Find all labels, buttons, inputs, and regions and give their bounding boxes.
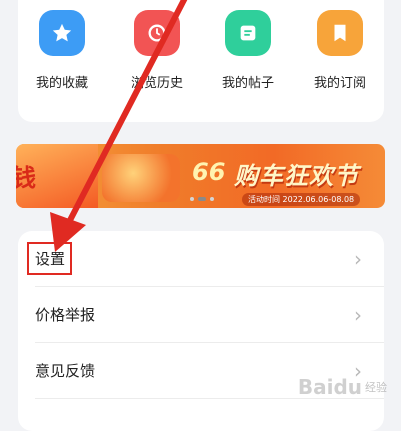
settings-menu-card: 设置 › 价格举报 › 意见反馈 › <box>18 231 384 431</box>
banner-title: 购车狂欢节 <box>234 162 359 190</box>
banner-prev-slide: 钱 <box>16 144 98 208</box>
annotation-highlight-box <box>27 242 72 275</box>
pagination-dot <box>190 197 194 201</box>
quick-action-subscriptions[interactable]: 我的订阅 <box>300 10 380 91</box>
banner-left-text: 钱 <box>16 164 36 192</box>
quick-action-label: 我的订阅 <box>313 76 366 91</box>
bookmark-icon <box>317 10 363 56</box>
post-icon <box>225 10 271 56</box>
chevron-right-icon: › <box>354 246 362 271</box>
banner-date: 活动时间 2022.06.06-08.08 <box>242 193 361 206</box>
quick-actions-card: 我的收藏 浏览历史 我的帖子 我的订阅 <box>18 0 384 122</box>
quick-action-label: 我的收藏 <box>35 76 88 91</box>
banner-pagination <box>190 197 214 201</box>
star-icon <box>39 10 85 56</box>
pagination-dot <box>210 197 214 201</box>
quick-action-label: 我的帖子 <box>221 76 274 91</box>
quick-action-favorites[interactable]: 我的收藏 <box>22 10 102 91</box>
quick-action-posts[interactable]: 我的帖子 <box>208 10 288 91</box>
baidu-watermark: Baidu 经验 <box>298 375 387 399</box>
banner-number: 66 <box>192 158 226 186</box>
gift-icon <box>102 154 180 202</box>
menu-item-label: 意见反馈 <box>35 362 96 380</box>
quick-action-history[interactable]: 浏览历史 <box>117 10 197 91</box>
quick-action-label: 浏览历史 <box>130 76 183 91</box>
watermark-text: Baidu <box>297 375 362 399</box>
menu-item-price-report[interactable]: 价格举报 › <box>18 287 384 342</box>
history-icon <box>134 10 180 56</box>
menu-item-settings[interactable]: 设置 › <box>18 231 384 286</box>
menu-item-label: 价格举报 <box>35 306 96 324</box>
chevron-right-icon: › <box>354 302 362 327</box>
pagination-dot-active <box>198 197 206 201</box>
watermark-subtext: 经验 <box>365 381 387 394</box>
